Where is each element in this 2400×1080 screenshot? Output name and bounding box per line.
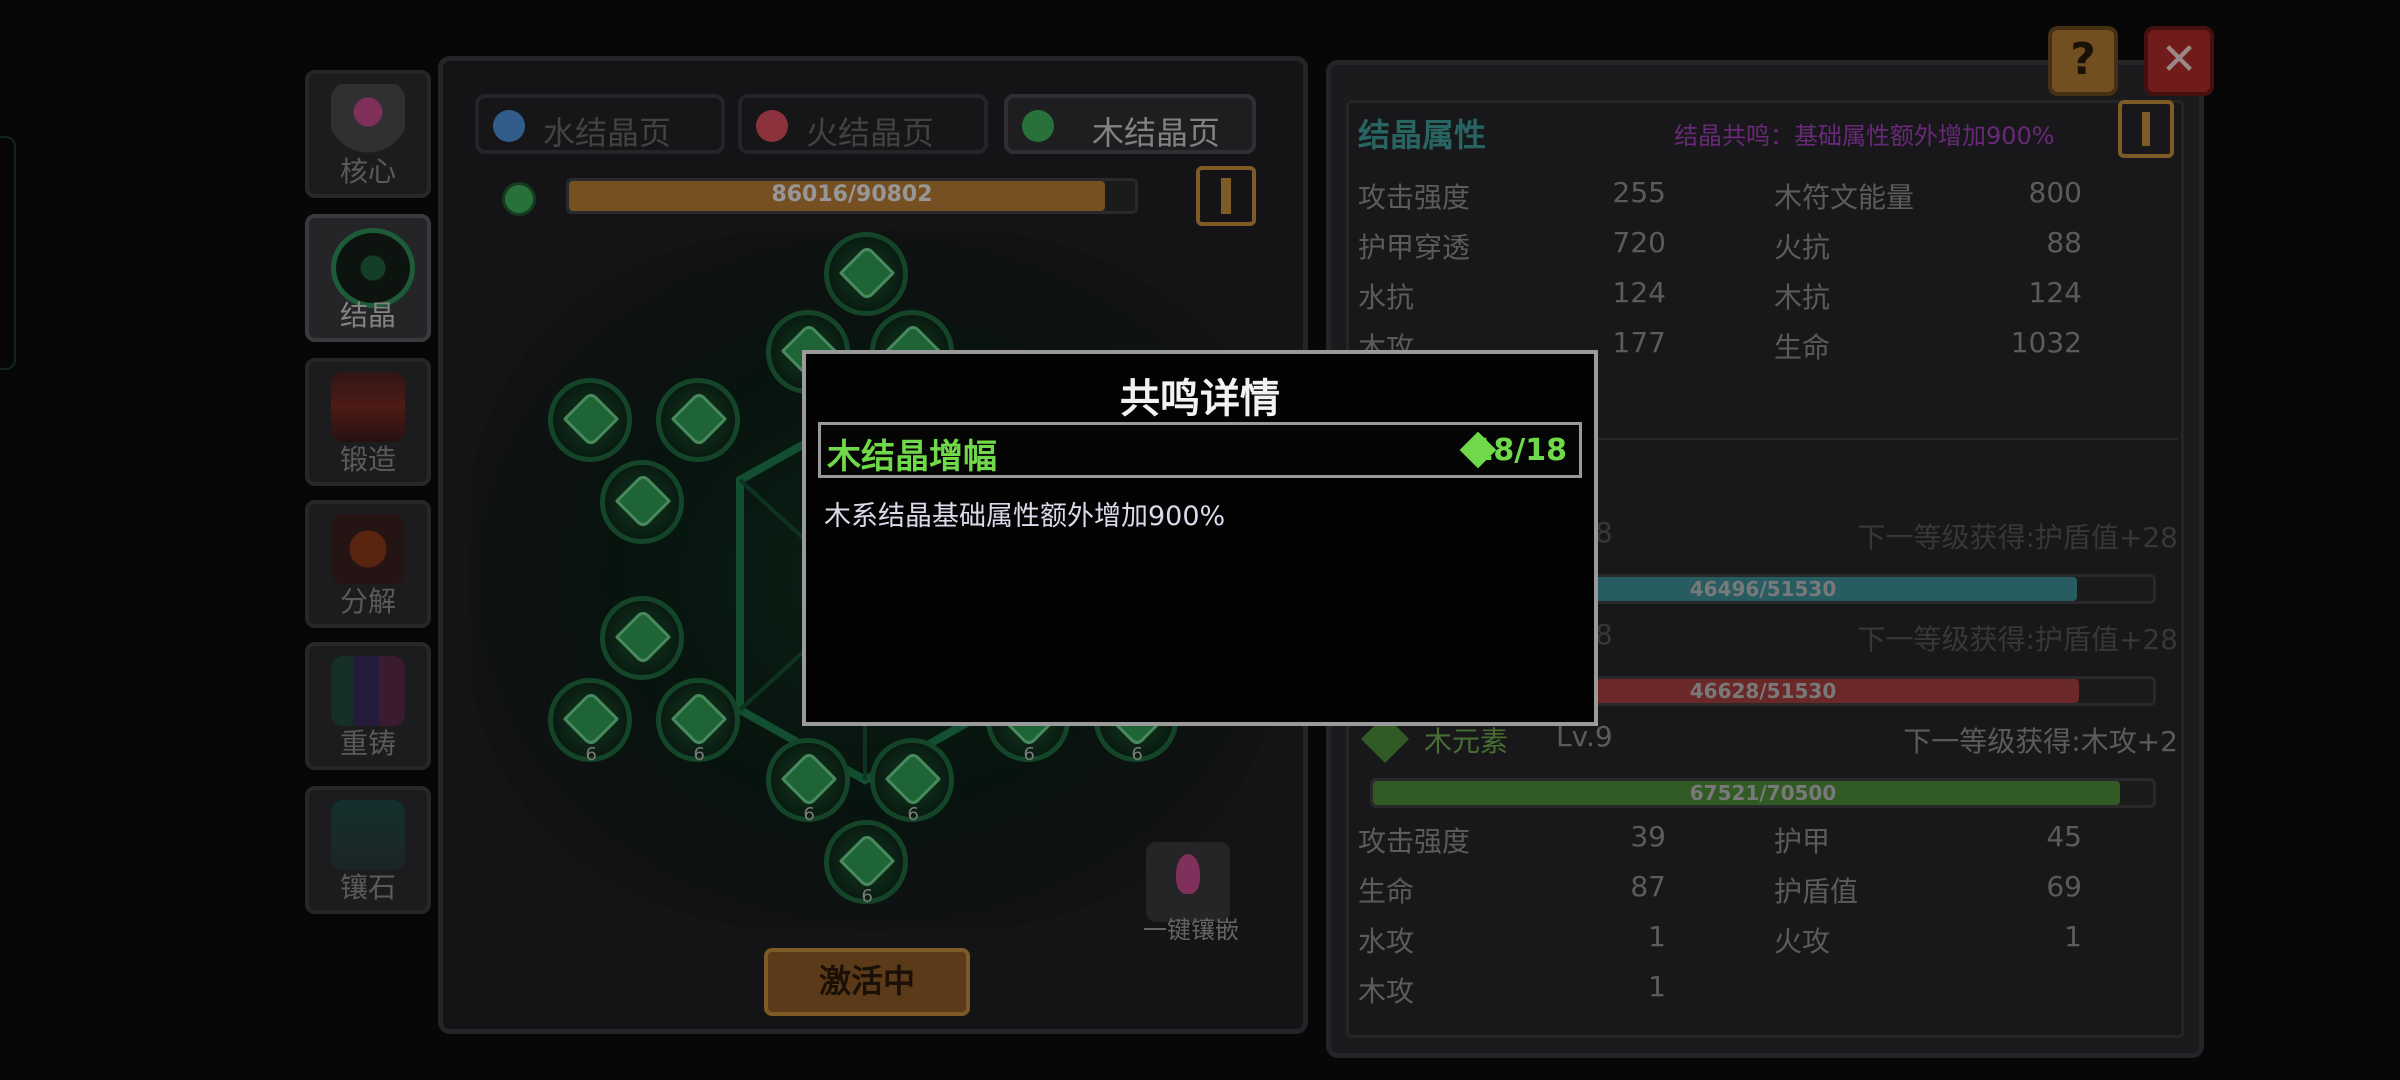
resonance-description: 木系结晶基础属性额外增加900% [824,501,1226,532]
modal-title: 共鸣详情 [1120,376,1280,422]
resonance-detail-modal: 共鸣详情 木结晶增幅 18/18 木系结晶基础属性额外增加900% [802,350,1598,726]
resonance-row-name: 木结晶增幅 [827,437,997,477]
resonance-row: 木结晶增幅 18/18 [818,422,1582,478]
resonance-row-count: 18/18 [1472,433,1567,468]
